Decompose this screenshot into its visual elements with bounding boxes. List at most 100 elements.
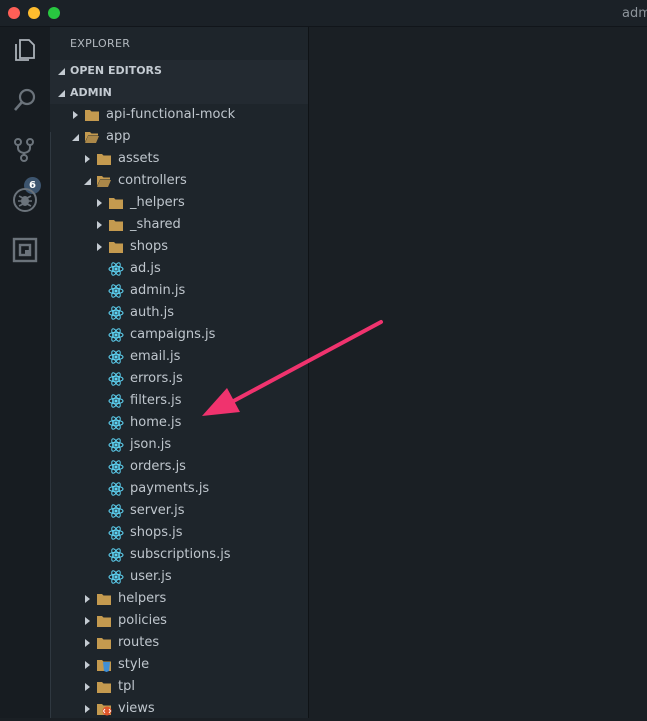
tree-item-label: app	[106, 129, 131, 144]
file-home-js[interactable]: home.js	[50, 412, 308, 434]
file-user-js[interactable]: user.js	[50, 566, 308, 588]
folder-assets[interactable]: assets	[50, 148, 308, 170]
tree-item-label: orders.js	[130, 459, 186, 474]
tree-item-label: email.js	[130, 349, 181, 364]
minimize-window-button[interactable]	[28, 7, 40, 19]
folder-tpl[interactable]: tpl	[50, 676, 308, 698]
file-admin-js[interactable]: admin.js	[50, 280, 308, 302]
chevron-right-icon[interactable]	[72, 111, 80, 119]
folder-open-icon	[84, 129, 100, 145]
views-folder-icon	[96, 701, 112, 717]
tree-item-label: subscriptions.js	[130, 547, 231, 562]
tree-item-label: tpl	[118, 679, 135, 694]
tree-item-label: errors.js	[130, 371, 183, 386]
folder-icon	[108, 195, 124, 211]
source-control-icon[interactable]	[12, 137, 38, 163]
file-server-js[interactable]: server.js	[50, 500, 308, 522]
folder-style[interactable]: style	[50, 654, 308, 676]
folder-icon	[96, 591, 112, 607]
tree-item-label: json.js	[130, 437, 172, 452]
workspace-section[interactable]: ADMIN	[50, 82, 308, 104]
chevron-down-icon[interactable]	[84, 177, 92, 185]
react-file-icon	[108, 503, 124, 519]
tree-item-label: style	[118, 657, 150, 672]
react-file-icon	[108, 393, 124, 409]
react-file-icon	[108, 305, 124, 321]
folder-api-functional-mock[interactable]: api-functional-mock	[50, 104, 308, 126]
react-file-icon	[108, 349, 124, 365]
tree-item-label: ad.js	[130, 261, 161, 276]
react-file-icon	[108, 437, 124, 453]
chevron-right-icon[interactable]	[84, 661, 92, 669]
folder-controllers[interactable]: controllers	[50, 170, 308, 192]
tree-item-label: _helpers	[130, 195, 185, 210]
folder-icon	[84, 107, 100, 123]
chevron-right-icon[interactable]	[84, 705, 92, 713]
collapse-chevron-icon	[58, 90, 65, 97]
chevron-down-icon[interactable]	[72, 133, 80, 141]
tree-item-label: _shared	[130, 217, 181, 232]
react-file-icon	[108, 459, 124, 475]
file-errors-js[interactable]: errors.js	[50, 368, 308, 390]
chevron-right-icon[interactable]	[96, 199, 104, 207]
tree-item-label: assets	[118, 151, 160, 166]
folder-policies[interactable]: policies	[50, 610, 308, 632]
tree-item-label: server.js	[130, 503, 185, 518]
tree-item-label: shops.js	[130, 525, 183, 540]
folder-icon	[96, 635, 112, 651]
react-file-icon	[108, 525, 124, 541]
file-campaigns-js[interactable]: campaigns.js	[50, 324, 308, 346]
folder-routes[interactable]: routes	[50, 632, 308, 654]
tree-item-label: filters.js	[130, 393, 182, 408]
tree-item-label: routes	[118, 635, 160, 650]
tree-item-label: user.js	[130, 569, 172, 584]
chevron-right-icon[interactable]	[84, 683, 92, 691]
zoom-window-button[interactable]	[48, 7, 60, 19]
file-payments-js[interactable]: payments.js	[50, 478, 308, 500]
folder-app[interactable]: app	[50, 126, 308, 148]
chevron-right-icon[interactable]	[84, 639, 92, 647]
folder-views[interactable]: views	[50, 698, 308, 720]
tree-item-label: home.js	[130, 415, 182, 430]
tree-item-label: admin.js	[130, 283, 186, 298]
open-editors-label: OPEN EDITORS	[70, 64, 162, 77]
file-json-js[interactable]: json.js	[50, 434, 308, 456]
react-file-icon	[108, 283, 124, 299]
file-filters-js[interactable]: filters.js	[50, 390, 308, 412]
folder-helpers[interactable]: _helpers	[50, 192, 308, 214]
react-file-icon	[108, 415, 124, 431]
tree-item-label: controllers	[118, 173, 187, 188]
tree-item-label: helpers	[118, 591, 167, 606]
tree-item-label: shops	[130, 239, 168, 254]
file-auth-js[interactable]: auth.js	[50, 302, 308, 324]
file-orders-js[interactable]: orders.js	[50, 456, 308, 478]
chevron-right-icon[interactable]	[84, 617, 92, 625]
explorer-icon[interactable]	[12, 37, 38, 63]
open-editors-section[interactable]: OPEN EDITORS	[50, 60, 308, 82]
react-file-icon	[108, 261, 124, 277]
search-icon[interactable]	[12, 87, 38, 113]
folder-icon	[96, 679, 112, 695]
file-subscriptions-js[interactable]: subscriptions.js	[50, 544, 308, 566]
react-file-icon	[108, 569, 124, 585]
file-email-js[interactable]: email.js	[50, 346, 308, 368]
folder-icon	[108, 217, 124, 233]
chevron-right-icon[interactable]	[96, 243, 104, 251]
debug-icon[interactable]	[12, 187, 38, 213]
folder-shared[interactable]: _shared	[50, 214, 308, 236]
editor-area	[308, 27, 647, 718]
file-ad-js[interactable]: ad.js	[50, 258, 308, 280]
file-shops-js[interactable]: shops.js	[50, 522, 308, 544]
chevron-right-icon[interactable]	[84, 595, 92, 603]
tree-item-label: policies	[118, 613, 167, 628]
folder-shops[interactable]: shops	[50, 236, 308, 258]
extensions-icon[interactable]	[12, 237, 38, 263]
folder-helpers[interactable]: helpers	[50, 588, 308, 610]
css-folder-icon	[96, 657, 112, 673]
chevron-right-icon[interactable]	[84, 155, 92, 163]
folder-open-icon	[96, 173, 112, 189]
react-file-icon	[108, 547, 124, 563]
close-window-button[interactable]	[8, 7, 20, 19]
tree-item-label: views	[118, 701, 155, 716]
chevron-right-icon[interactable]	[96, 221, 104, 229]
